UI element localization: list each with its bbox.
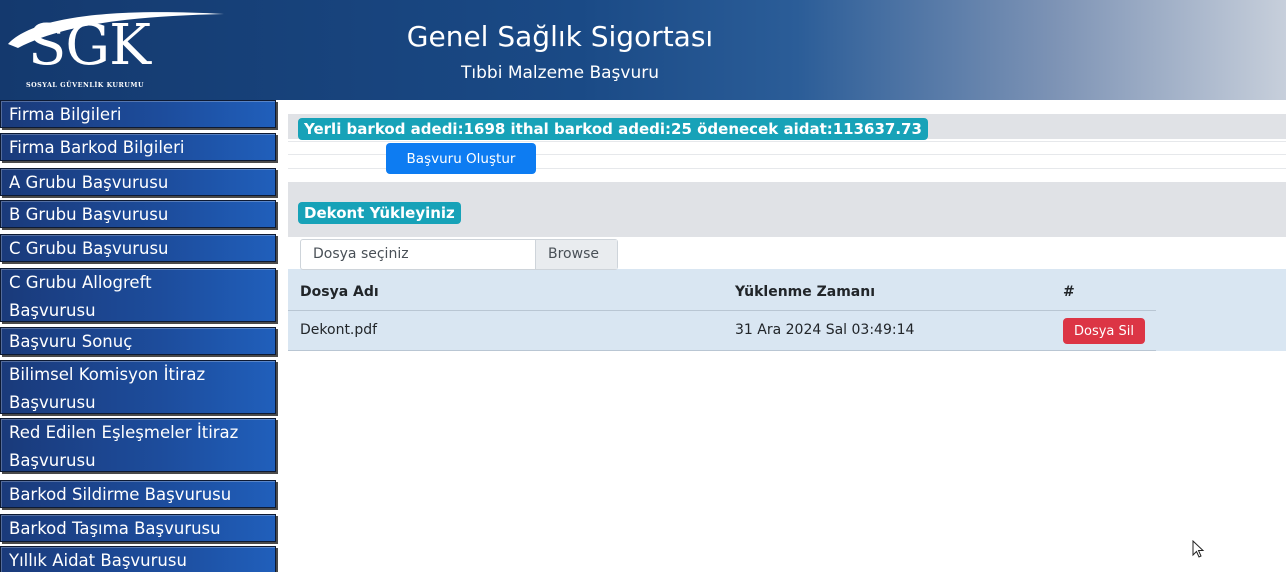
sidebar-menu: Firma Bilgileri Firma Barkod Bilgileri A… [0,100,278,572]
sgk-logo[interactable]: SGK SOSYAL GÜVENLİK KURUMU [4,4,230,94]
sidebar-item-barkod-tasima[interactable]: Barkod Taşıma Başvurusu [0,514,276,542]
page-subtitle: Tıbbi Malzeme Başvuru [461,63,659,83]
sidebar-item-label: Firma Bilgileri [9,105,122,124]
sidebar-item-a-grubu[interactable]: A Grubu Başvurusu [0,168,276,196]
delete-file-button[interactable]: Dosya Sil [1063,318,1145,344]
sidebar-item-label: A Grubu Başvurusu [9,173,169,192]
page-header: SGK SOSYAL GÜVENLİK KURUMU Genel Sağlık … [0,0,1286,100]
file-upload-input[interactable]: Dosya seçiniz Browse [300,239,618,270]
sidebar-item-c-grubu[interactable]: C Grubu Başvurusu [0,234,276,262]
sidebar-item-label: B Grubu Başvurusu [9,205,169,224]
sidebar-item-firma-barkod-bilgileri[interactable]: Firma Barkod Bilgileri [0,133,276,161]
sidebar-item-label: Başvuru Sonuç [9,332,133,351]
sidebar-item-label: Firma Barkod Bilgileri [9,138,185,157]
column-header-upload-time: Yüklenme Zamanı [735,284,876,300]
sidebar-item-yillik-aidat[interactable]: Yıllık Aidat Başvurusu [0,546,276,572]
table-cell-upload-time: 31 Ara 2024 Sal 03:49:14 [735,322,915,338]
file-input-placeholder: Dosya seçiniz [313,246,409,262]
divider [288,141,1286,142]
main-content: Yerli barkod adedi:1698 ithal barkod ade… [288,100,1286,572]
logo-text: SGK [28,13,151,78]
logo-subtext: SOSYAL GÜVENLİK KURUMU [26,81,145,89]
sidebar-item-c-grubu-allogreft[interactable]: C Grubu Allogreft Başvurusu [0,268,276,322]
sidebar-item-label: Red Edilen Eşleşmeler İtiraz Başvurusu [9,423,239,470]
sidebar-item-label: Bilimsel Komisyon İtiraz Başvurusu [9,365,206,412]
sidebar-item-label: C Grubu Başvurusu [9,239,169,258]
create-application-button[interactable]: Başvuru Oluştur [386,143,536,174]
upload-title-badge: Dekont Yükleyiniz [298,202,461,224]
sidebar-item-label: Barkod Taşıma Başvurusu [9,519,221,538]
browse-button[interactable]: Browse [535,240,617,269]
column-header-file-name: Dosya Adı [300,284,379,300]
table-cell-file-name: Dekont.pdf [300,322,378,338]
sidebar-item-label: Barkod Sildirme Başvurusu [9,485,232,504]
sidebar-item-label: Yıllık Aidat Başvurusu [9,551,187,570]
table-row-divider [288,350,1156,351]
sidebar-item-bilimsel-komisyon[interactable]: Bilimsel Komisyon İtiraz Başvurusu [0,360,276,414]
sidebar-item-basvuru-sonuc[interactable]: Başvuru Sonuç [0,327,276,355]
sidebar-item-firma-bilgileri[interactable]: Firma Bilgileri [0,100,276,128]
sidebar-item-red-edilen[interactable]: Red Edilen Eşleşmeler İtiraz Başvurusu [0,418,276,472]
mouse-pointer-icon [1192,540,1205,558]
page-title: Genel Sağlık Sigortası [406,20,714,53]
sidebar-item-b-grubu[interactable]: B Grubu Başvurusu [0,200,276,228]
summary-badge: Yerli barkod adedi:1698 ithal barkod ade… [298,118,928,140]
table-header-divider [288,310,1156,311]
column-header-actions: # [1063,284,1075,300]
sidebar-item-label: C Grubu Allogreft Başvurusu [9,273,152,320]
sidebar-item-barkod-sildirme[interactable]: Barkod Sildirme Başvurusu [0,480,276,508]
